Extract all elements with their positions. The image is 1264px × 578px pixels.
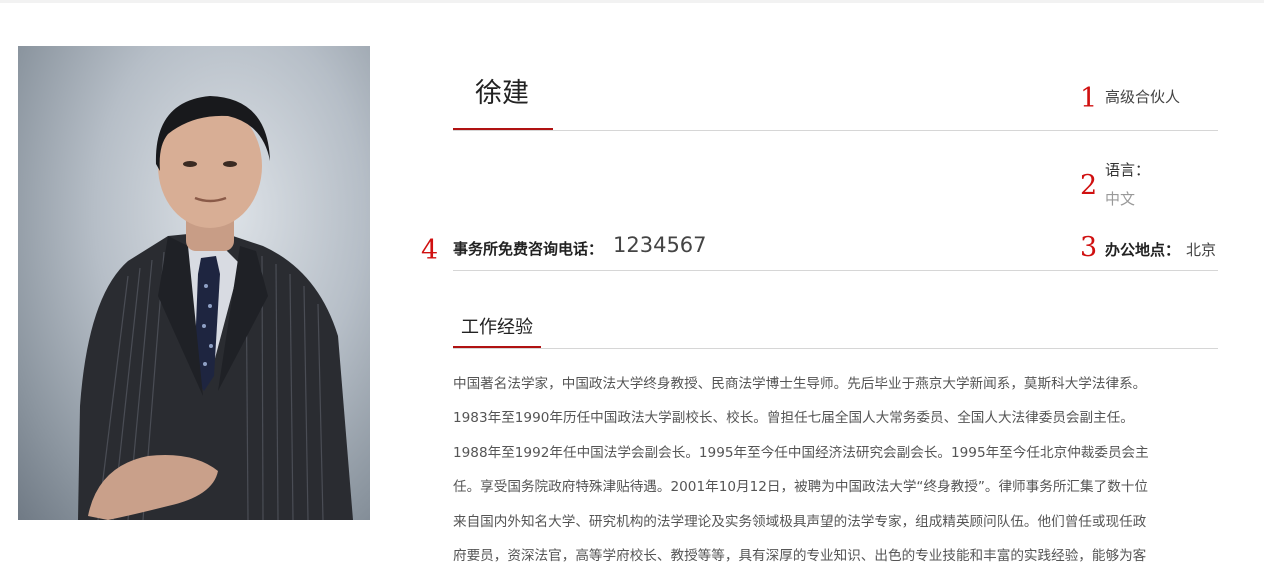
divider: [453, 348, 1218, 349]
lawyer-name: 徐建: [475, 78, 529, 109]
annotation-marker-2: 2: [1080, 170, 1098, 201]
bio-line: 来自国内外知名大学、研究机构的法学理论及实务领域极具声望的法学专家，组成精英顾问…: [453, 513, 1147, 530]
position-title: 高级合伙人: [1105, 88, 1181, 106]
divider: [453, 130, 1218, 131]
lawyer-portrait: [18, 46, 370, 520]
phone-label: 事务所免费咨询电话：: [453, 240, 604, 258]
language-value: 中文: [1105, 190, 1136, 208]
annotation-marker-4: 4: [421, 235, 439, 266]
office-label: 办公地点：: [1105, 241, 1181, 259]
section-title-work-experience: 工作经验: [461, 317, 533, 338]
bio-line: 1988年至1992年任中国法学会副会长。1995年至今任中国经济法研究会副会长…: [453, 444, 1149, 461]
phone-number[interactable]: 1234567: [613, 233, 707, 257]
annotation-marker-1: 1: [1080, 83, 1098, 114]
annotation-marker-3: 3: [1080, 232, 1098, 263]
language-label: 语言：: [1105, 161, 1151, 179]
office-location: 北京: [1186, 241, 1217, 259]
top-rule: [0, 0, 1264, 3]
bio-line: 1983年至1990年历任中国政法大学副校长、校长。曾担任七届全国人大常务委员、…: [453, 410, 1134, 427]
bio-line: 任。享受国务院政府特殊津贴待遇。2001年10月12日，被聘为中国政法大学“终身…: [453, 479, 1148, 496]
divider: [453, 270, 1218, 271]
bio-line: 中国著名法学家，中国政法大学终身教授、民商法学博士生导师。先后毕业于燕京大学新闻…: [453, 376, 1147, 392]
bio-text: 中国著名法学家，中国政法大学终身教授、民商法学博士生导师。先后毕业于燕京大学新闻…: [453, 372, 1223, 578]
